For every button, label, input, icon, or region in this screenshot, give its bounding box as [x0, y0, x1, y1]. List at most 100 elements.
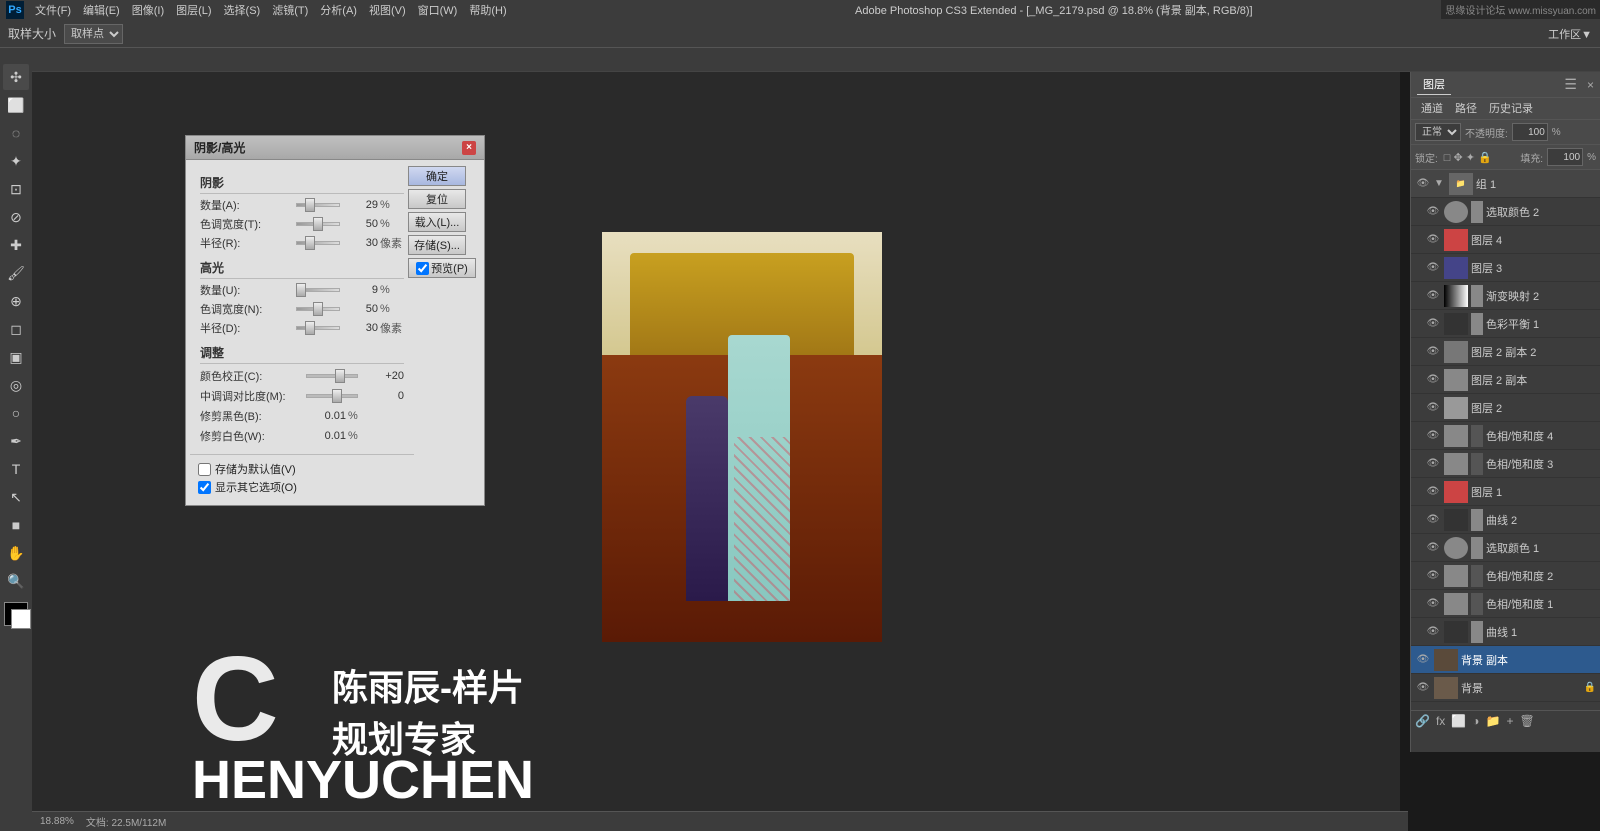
dodge-tool[interactable]: ○: [3, 400, 29, 426]
dialog-close-button[interactable]: ×: [462, 141, 476, 155]
shadow-tone-slider[interactable]: [296, 216, 340, 232]
layer-row-7[interactable]: 👁 图层 2 副本: [1411, 366, 1600, 394]
preview-checkbox[interactable]: [416, 262, 429, 275]
layer-vis-14[interactable]: 👁: [1425, 568, 1441, 584]
opacity-input[interactable]: [1512, 123, 1548, 141]
midtone-contrast-slider[interactable]: [306, 394, 358, 398]
blur-tool[interactable]: ◎: [3, 372, 29, 398]
layer-vis-active[interactable]: 👁: [1415, 652, 1431, 668]
layer-vis-group1[interactable]: 👁: [1415, 176, 1431, 192]
rect-select-tool[interactable]: ⬜: [3, 92, 29, 118]
menu-layer[interactable]: 图层(L): [171, 1, 216, 19]
layer-vis-4[interactable]: 👁: [1425, 288, 1441, 304]
reset-button[interactable]: 复位: [408, 189, 466, 209]
layer-vis-6[interactable]: 👁: [1425, 344, 1441, 360]
layer-vis-7[interactable]: 👁: [1425, 372, 1441, 388]
layer-vis-10[interactable]: 👁: [1425, 456, 1441, 472]
layer-group-btn[interactable]: 📁: [1486, 714, 1501, 728]
layer-mask-btn[interactable]: ⬜: [1451, 714, 1466, 728]
move-tool[interactable]: ✣: [3, 64, 29, 90]
layer-row-8[interactable]: 👁 图层 2: [1411, 394, 1600, 422]
layer-vis-1[interactable]: 👁: [1425, 204, 1441, 220]
menu-file[interactable]: 文件(F): [30, 1, 76, 19]
magic-wand-tool[interactable]: ✦: [3, 148, 29, 174]
color-correct-slider[interactable]: [306, 374, 358, 378]
layer-vis-bg[interactable]: 👁: [1415, 680, 1431, 696]
layer-row-6[interactable]: 👁 图层 2 副本 2: [1411, 338, 1600, 366]
hand-tool[interactable]: ✋: [3, 540, 29, 566]
layer-vis-3[interactable]: 👁: [1425, 260, 1441, 276]
layer-row-active[interactable]: 👁 背景 副本: [1411, 646, 1600, 674]
layer-vis-5[interactable]: 👁: [1425, 316, 1441, 332]
gradient-tool[interactable]: ▣: [3, 344, 29, 370]
layer-row-4[interactable]: 👁 渐变映射 2: [1411, 282, 1600, 310]
eyedropper-tool[interactable]: ⊘: [3, 204, 29, 230]
sample-size-select[interactable]: 取样点: [64, 24, 123, 44]
layer-vis-12[interactable]: 👁: [1425, 512, 1441, 528]
layer-row-3[interactable]: 👁 图层 3: [1411, 254, 1600, 282]
layer-row-5[interactable]: 👁 色彩平衡 1: [1411, 310, 1600, 338]
layers-tab[interactable]: 图层: [1417, 74, 1451, 95]
shadow-amount-slider[interactable]: [296, 197, 340, 213]
preview-row[interactable]: 预览(P): [408, 258, 476, 278]
blend-mode-select[interactable]: 正常: [1415, 123, 1461, 141]
show-more-checkbox[interactable]: [198, 481, 211, 494]
layer-row-16[interactable]: 👁 曲线 1: [1411, 618, 1600, 646]
panel-menu-btn[interactable]: ☰: [1564, 76, 1577, 93]
layer-vis-15[interactable]: 👁: [1425, 596, 1441, 612]
layer-new-btn[interactable]: +: [1506, 714, 1513, 728]
layer-vis-9[interactable]: 👁: [1425, 428, 1441, 444]
clone-tool[interactable]: ⊕: [3, 288, 29, 314]
layer-vis-8[interactable]: 👁: [1425, 400, 1441, 416]
layer-row-1[interactable]: 👁 选取颜色 2: [1411, 198, 1600, 226]
text-tool[interactable]: T: [3, 456, 29, 482]
menu-help[interactable]: 帮助(H): [464, 1, 511, 19]
layer-fx-btn[interactable]: fx: [1436, 714, 1445, 728]
menu-edit[interactable]: 编辑(E): [78, 1, 125, 19]
highlight-tone-slider[interactable]: [296, 301, 340, 317]
layer-row-15[interactable]: 👁 色相/饱和度 1: [1411, 590, 1600, 618]
layer-delete-btn[interactable]: 🗑: [1519, 714, 1534, 728]
layer-vis-16[interactable]: 👁: [1425, 624, 1441, 640]
pen-tool[interactable]: ✒: [3, 428, 29, 454]
menu-image[interactable]: 图像(I): [127, 1, 169, 19]
highlight-radius-slider[interactable]: [296, 320, 340, 336]
layer-group-1[interactable]: 👁 ▼ 📁 组 1: [1411, 170, 1600, 198]
layer-row-13[interactable]: 👁 选取颜色 1: [1411, 534, 1600, 562]
dialog-title-bar[interactable]: 阴影/高光 ×: [186, 136, 484, 160]
layer-adj-btn[interactable]: ◑: [1472, 714, 1479, 728]
layer-row-11[interactable]: 👁 图层 1: [1411, 478, 1600, 506]
save-default-checkbox[interactable]: [198, 463, 211, 476]
menu-analyze[interactable]: 分析(A): [315, 1, 362, 19]
lasso-tool[interactable]: ◌: [3, 120, 29, 146]
menu-select[interactable]: 选择(S): [219, 1, 266, 19]
layer-vis-2[interactable]: 👁: [1425, 232, 1441, 248]
history-tab[interactable]: 历史记录: [1483, 98, 1539, 119]
crop-tool[interactable]: ⊡: [3, 176, 29, 202]
menu-filter[interactable]: 滤镜(T): [267, 1, 313, 19]
layer-link-btn[interactable]: 🔗: [1415, 714, 1430, 728]
workspace-btn[interactable]: 工作区▼: [1548, 26, 1592, 42]
fill-input[interactable]: [1547, 148, 1583, 166]
layer-row-14[interactable]: 👁 色相/饱和度 2: [1411, 562, 1600, 590]
group-expand-icon[interactable]: ▼: [1434, 178, 1444, 189]
channels-tab[interactable]: 通道: [1415, 98, 1449, 119]
panel-close-btn[interactable]: ×: [1587, 78, 1594, 92]
layer-row-9[interactable]: 👁 色相/饱和度 4: [1411, 422, 1600, 450]
brush-tool[interactable]: 🖌: [3, 260, 29, 286]
save-button[interactable]: 存储(S)...: [408, 235, 466, 255]
layer-row-10[interactable]: 👁 色相/饱和度 3: [1411, 450, 1600, 478]
layer-row-bg[interactable]: 👁 背景 🔒: [1411, 674, 1600, 702]
layer-vis-13[interactable]: 👁: [1425, 540, 1441, 556]
layer-vis-11[interactable]: 👁: [1425, 484, 1441, 500]
shadow-radius-slider[interactable]: [296, 235, 340, 251]
layer-row-2[interactable]: 👁 图层 4: [1411, 226, 1600, 254]
shape-tool[interactable]: ■: [3, 512, 29, 538]
menu-view[interactable]: 视图(V): [364, 1, 411, 19]
menu-window[interactable]: 窗口(W): [413, 1, 463, 19]
load-button[interactable]: 载入(L)...: [408, 212, 466, 232]
path-select-tool[interactable]: ↖: [3, 484, 29, 510]
paths-tab[interactable]: 路径: [1449, 98, 1483, 119]
foreground-color[interactable]: [4, 602, 28, 626]
eraser-tool[interactable]: ◻: [3, 316, 29, 342]
